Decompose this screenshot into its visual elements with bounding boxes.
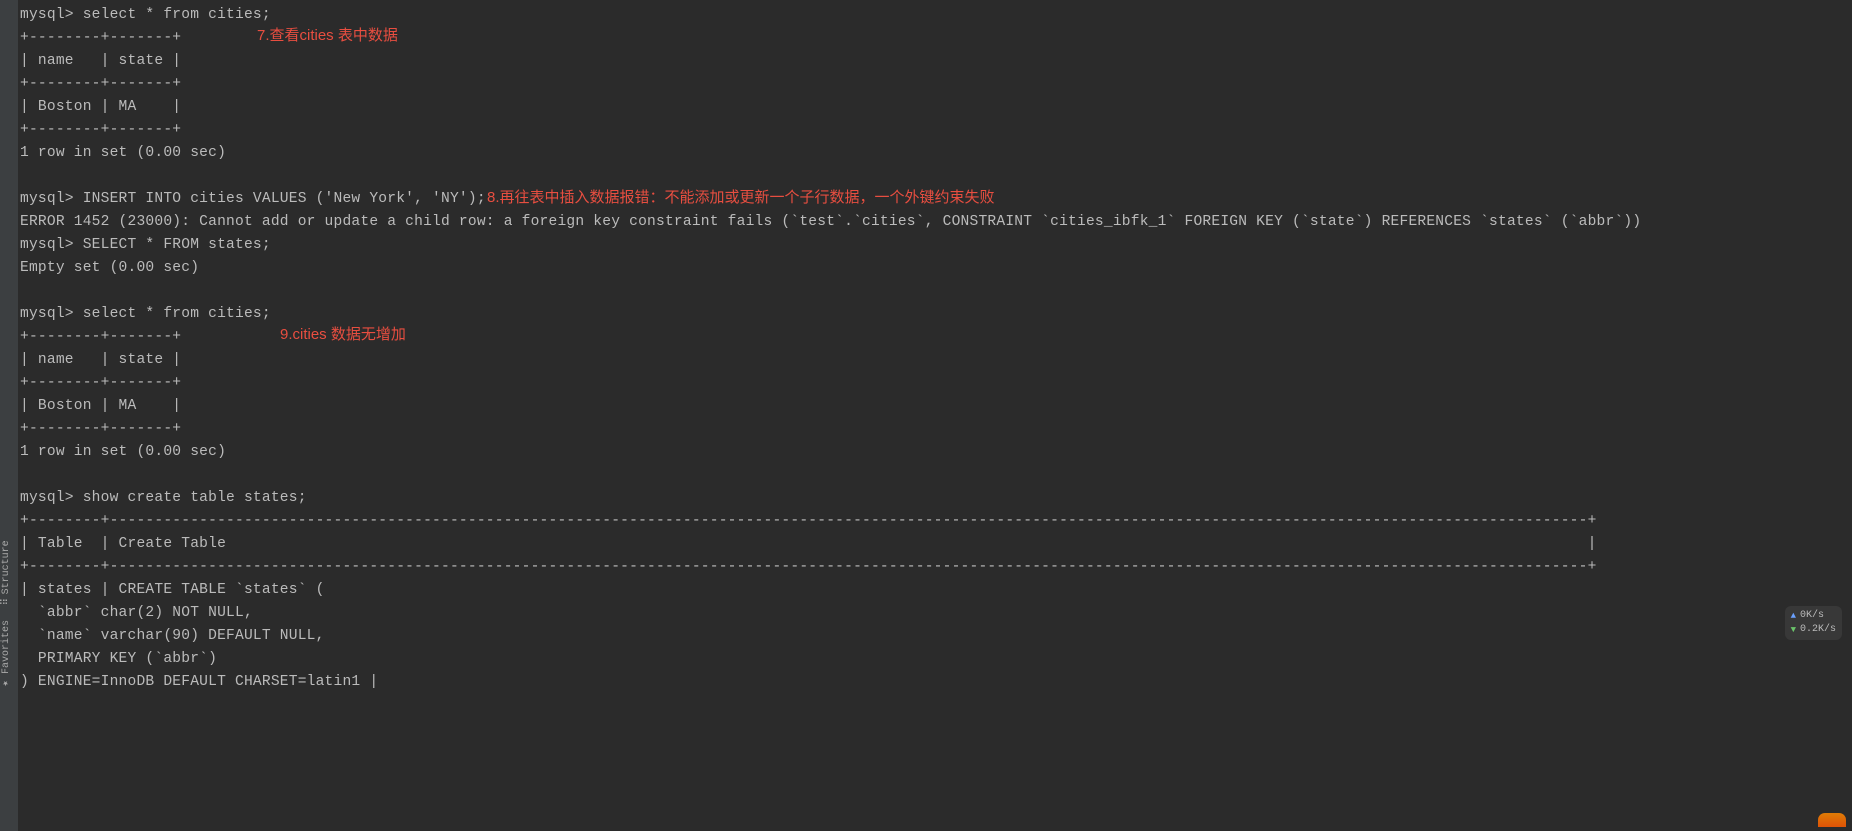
sidebar-tab-structure[interactable]: ⠿ Structure [1,540,12,605]
star-icon: ★ [1,678,12,689]
terminal-line: | Table | Create Table | [20,533,1850,556]
assistant-hint-icon[interactable] [1818,813,1846,827]
annotation-8: 8.再往表中插入数据报错：不能添加或更新一个子行数据，一个外键约束失败 [487,186,995,207]
terminal-line: ERROR 1452 (23000): Cannot add or update… [20,211,1850,234]
terminal-line: `name` varchar(90) DEFAULT NULL, [20,625,1850,648]
terminal-line [20,464,1850,487]
terminal-output[interactable]: mysql> select * from cities;+--------+--… [20,4,1850,694]
terminal-line: | name | state | [20,50,1850,73]
upload-speed: 0K/s [1800,609,1824,623]
terminal-line: mysql> show create table states; [20,487,1850,510]
terminal-line: +--------+------------------------------… [20,556,1850,579]
terminal-line: `abbr` char(2) NOT NULL, [20,602,1850,625]
upload-arrow-icon: ▲ [1791,609,1796,623]
terminal-line: 1 row in set (0.00 sec) [20,441,1850,464]
download-speed: 0.2K/s [1800,623,1836,637]
annotation-7: 7.查看cities 表中数据 [257,24,398,45]
terminal-line: +--------+-------+ [20,372,1850,395]
sidebar-tab-favorites[interactable]: ★ Favorites [1,620,12,689]
terminal-line [20,280,1850,303]
terminal-line: Empty set (0.00 sec) [20,257,1850,280]
terminal-line: +--------+-------+ [20,119,1850,142]
sidebar-favorites-label: Favorites [1,620,12,674]
terminal-line: | states | CREATE TABLE `states` ( [20,579,1850,602]
terminal-line: mysql> SELECT * FROM states; [20,234,1850,257]
terminal-line [20,165,1850,188]
sidebar-structure-label: Structure [1,540,12,594]
terminal-line: +--------+-------+ [20,73,1850,96]
terminal-line: +--------+------------------------------… [20,510,1850,533]
tool-sidebar: ⠿ Structure ★ Favorites [0,0,18,831]
download-arrow-icon: ▼ [1791,623,1796,637]
terminal-line: PRIMARY KEY (`abbr`) [20,648,1850,671]
terminal-line: | name | state | [20,349,1850,372]
terminal-line: ) ENGINE=InnoDB DEFAULT CHARSET=latin1 | [20,671,1850,694]
terminal-line: +--------+-------+ [20,418,1850,441]
structure-icon: ⠿ [1,598,12,605]
terminal-line: 1 row in set (0.00 sec) [20,142,1850,165]
annotation-9: 9.cities 数据无增加 [280,323,406,344]
network-status-widget: ▲ 0K/s ▼ 0.2K/s [1785,606,1842,640]
terminal-line: | Boston | MA | [20,96,1850,119]
terminal-line: | Boston | MA | [20,395,1850,418]
